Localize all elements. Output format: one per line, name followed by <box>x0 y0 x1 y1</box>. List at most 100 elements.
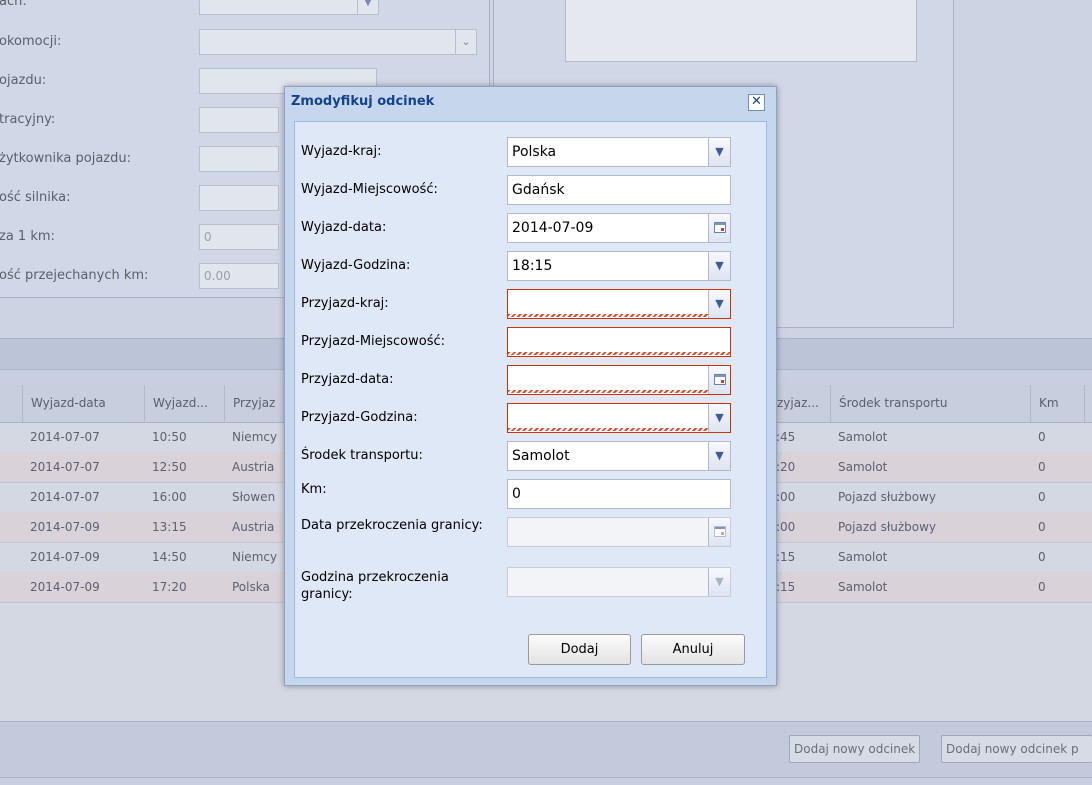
form-label: okomocji: <box>0 34 62 49</box>
form-label: za 1 km: <box>0 229 55 244</box>
field-value: Polska <box>512 144 557 160</box>
field-departure-date: Wyjazd-data: 2014-07-09 <box>295 213 766 243</box>
chevron-down-icon[interactable]: ▼ <box>708 568 730 596</box>
cell: Polska <box>232 580 270 594</box>
transport-combo[interactable]: ⌄ <box>199 29 477 55</box>
field-label: Godzina przekroczenia granicy: <box>301 570 449 602</box>
field-transport: Środek transportu: Samolot ▼ <box>295 441 766 471</box>
field-label: Wyjazd-Godzina: <box>301 258 411 273</box>
border-date-picker[interactable] <box>507 517 731 547</box>
calendar-icon[interactable] <box>708 214 730 242</box>
chevron-down-icon[interactable]: ▼ <box>708 404 730 432</box>
field-value: Samolot <box>512 448 570 464</box>
chevron-down-icon[interactable]: ▼ <box>708 290 730 318</box>
dialog-title: Zmodyfikuj odcinek <box>291 94 435 109</box>
column-header-transport[interactable]: Środek transportu <box>830 385 1030 422</box>
cell: Pojazd służbowy <box>838 490 937 504</box>
field-km: Km: 0 <box>295 479 766 509</box>
form-label: tracyjny: <box>0 112 56 127</box>
cell: 0 <box>1038 550 1046 564</box>
form-input[interactable] <box>199 107 279 133</box>
border-time-select[interactable]: ▼ <box>507 567 731 597</box>
cell: 12:50 <box>152 460 187 474</box>
chevron-down-icon[interactable]: ▼ <box>708 252 730 280</box>
cell: 13:15 <box>152 520 187 534</box>
field-arrival-country: Przyjazd-kraj: ▼ <box>295 289 766 319</box>
field-value: 18:15 <box>512 258 553 274</box>
cell: 0 <box>1038 430 1046 444</box>
field-label: Wyjazd-kraj: <box>301 144 382 159</box>
arrival-date-picker[interactable] <box>507 365 731 395</box>
field-border-time: Godzina przekroczenia granicy: ▼ <box>295 567 766 607</box>
add-button[interactable]: Dodaj <box>528 634 631 665</box>
field-label: Wyjazd-data: <box>301 220 387 235</box>
add-segment-button[interactable]: Dodaj nowy odcinek <box>789 735 921 763</box>
column-header-arrival-country[interactable]: Przyjaz <box>224 385 284 422</box>
chevron-down-icon[interactable]: ▼ <box>708 138 730 166</box>
grid-toolbar: Dodaj nowy odcinek Dodaj nowy odcinek p <box>0 721 1092 778</box>
cell: Samolot <box>838 580 888 594</box>
chevron-down-icon[interactable]: ▼ <box>708 442 730 470</box>
cell: 2014-07-09 <box>30 580 100 594</box>
departure-time-select[interactable]: 18:15 ▼ <box>507 251 731 281</box>
field-departure-country: Wyjazd-kraj: Polska ▼ <box>295 137 766 167</box>
notes-textarea[interactable] <box>565 0 917 62</box>
cell: Słowen <box>232 490 276 504</box>
column-header-km[interactable]: Km <box>1030 385 1084 422</box>
form-combo[interactable]: ▼ <box>199 0 379 15</box>
departure-country-select[interactable]: Polska ▼ <box>507 137 731 167</box>
cell: Pojazd służbowy <box>838 520 937 534</box>
cancel-button[interactable]: Anuluj <box>641 634 745 665</box>
arrival-time-select[interactable]: ▼ <box>507 403 731 433</box>
cell: Austria <box>232 460 275 474</box>
column-header-departure-time[interactable]: Wyjazd... <box>144 385 224 422</box>
field-border-date: Data przekroczenia granicy: <box>295 517 766 557</box>
form-label: ach: <box>0 0 27 9</box>
form-input[interactable] <box>199 146 279 172</box>
cell: Niemcy <box>232 550 278 564</box>
cell: Samolot <box>838 550 888 564</box>
form-label: ojazdu: <box>0 73 47 88</box>
calendar-icon[interactable] <box>708 518 730 546</box>
form-label: ość przejechanych km: <box>0 268 149 283</box>
cell: 0 <box>1038 460 1046 474</box>
cell: 14:50 <box>152 550 187 564</box>
arrival-country-select[interactable]: ▼ <box>507 289 731 319</box>
column-header-arrival-time[interactable]: zyjaz... <box>770 385 830 422</box>
km-input[interactable]: 0 <box>507 479 731 509</box>
chevron-down-icon: ▼ <box>357 0 378 14</box>
field-label: Km: <box>301 482 327 497</box>
close-icon[interactable]: ✕ <box>748 94 765 111</box>
cell: 0 <box>1038 520 1046 534</box>
field-departure-city: Wyjazd-Miejscowość: Gdańsk <box>295 175 766 205</box>
form-input[interactable] <box>199 185 279 211</box>
field-label: Przyjazd-Godzina: <box>301 410 418 425</box>
cell: 16:00 <box>152 490 187 504</box>
km-total-input[interactable]: 0.00 <box>199 263 279 289</box>
field-label: Wyjazd-Miejscowość: <box>301 182 438 197</box>
rate-input[interactable]: 0 <box>199 224 279 250</box>
cell: 0 <box>1038 580 1046 594</box>
column-header-extra <box>1084 385 1092 422</box>
form-label: żytkownika pojazdu: <box>0 151 131 166</box>
departure-date-picker[interactable]: 2014-07-09 <box>507 213 731 243</box>
cell: 10:50 <box>152 430 187 444</box>
field-label: Przyjazd-data: <box>301 372 394 387</box>
form-label: ość silnika: <box>0 190 71 205</box>
cell: 2014-07-07 <box>30 490 100 504</box>
column-header-departure-date[interactable]: Wyjazd-data <box>22 385 144 422</box>
cell: Niemcy <box>232 430 278 444</box>
field-label: Przyjazd-kraj: <box>301 296 389 311</box>
transport-select[interactable]: Samolot ▼ <box>507 441 731 471</box>
field-arrival-time: Przyjazd-Godzina: ▼ <box>295 403 766 433</box>
field-label: Środek transportu: <box>301 448 423 463</box>
field-label: Przyjazd-Miejscowość: <box>301 334 446 349</box>
cell: 2014-07-07 <box>30 460 100 474</box>
add-segment-2-button[interactable]: Dodaj nowy odcinek p <box>941 735 1092 763</box>
calendar-icon[interactable] <box>708 366 730 394</box>
departure-city-input[interactable]: Gdańsk <box>507 175 731 205</box>
cell: 2014-07-09 <box>30 550 100 564</box>
arrival-city-input[interactable] <box>507 327 731 357</box>
field-departure-time: Wyjazd-Godzina: 18:15 ▼ <box>295 251 766 281</box>
form-row-1: ach: ▼ <box>0 0 489 17</box>
